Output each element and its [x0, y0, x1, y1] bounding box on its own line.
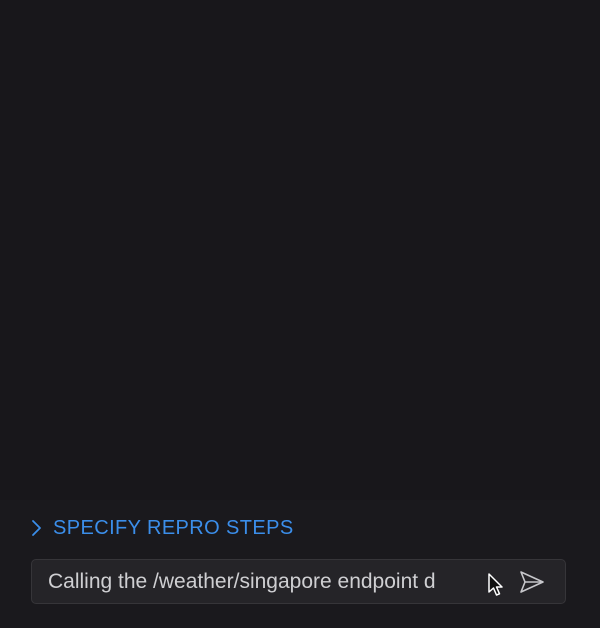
mouse-pointer-icon: [487, 573, 505, 597]
specify-repro-steps-label: SPECIFY REPRO STEPS: [53, 516, 294, 539]
send-button[interactable]: [517, 569, 547, 595]
chat-history-area: [0, 0, 600, 500]
chevron-right-icon: [30, 519, 44, 537]
chat-input[interactable]: [48, 560, 493, 603]
specify-repro-steps-toggle[interactable]: SPECIFY REPRO STEPS: [30, 513, 294, 543]
send-icon: [520, 571, 544, 593]
chat-input-box: [31, 559, 566, 604]
